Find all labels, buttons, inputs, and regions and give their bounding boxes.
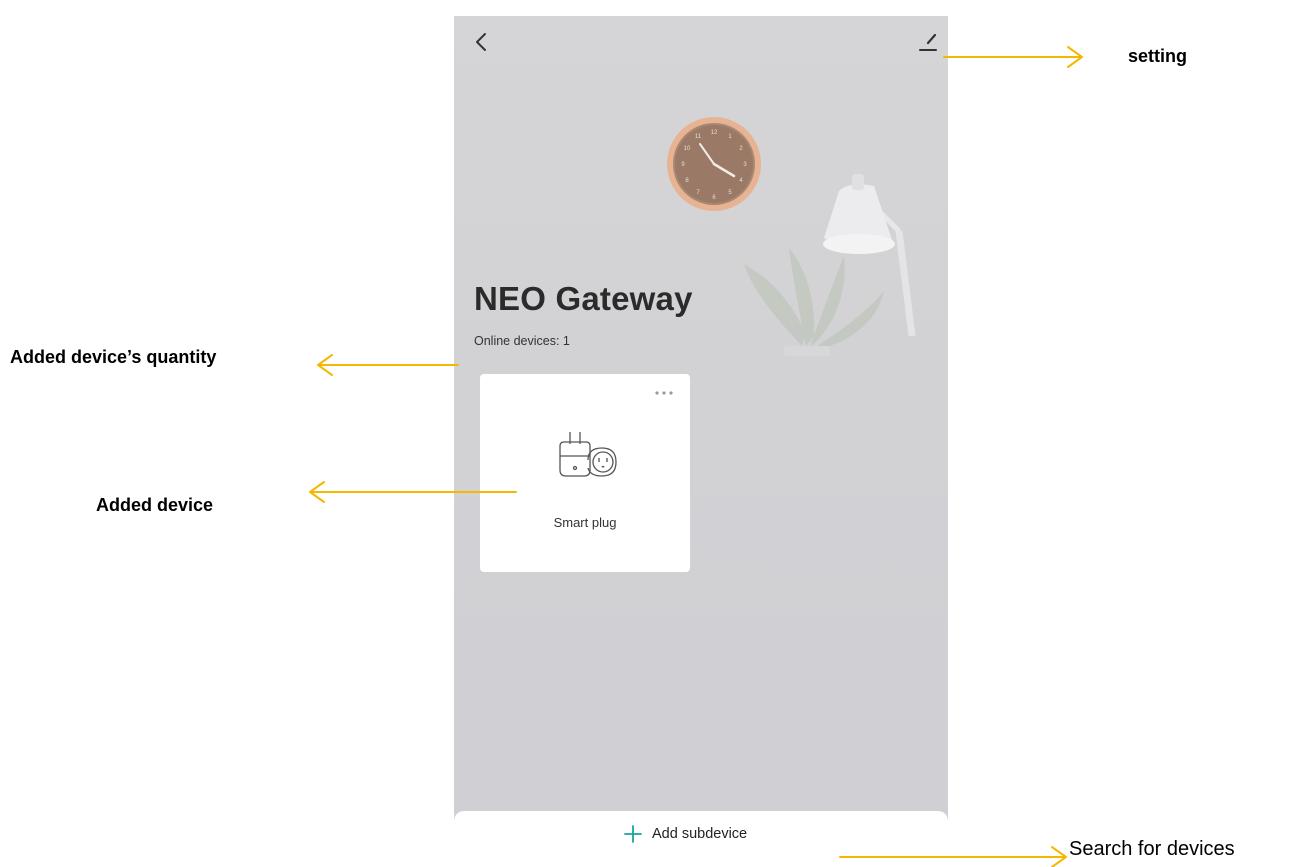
online-devices-count: Online devices: 1 xyxy=(474,334,570,348)
add-subdevice-label: Add subdevice xyxy=(652,826,748,842)
plant-illustration xyxy=(744,248,884,356)
bottom-action-bar: Add subdevice xyxy=(454,811,948,867)
pencil-icon xyxy=(919,33,937,51)
arrow-to-quantity xyxy=(317,354,459,376)
device-card-smart-plug[interactable]: Smart plug xyxy=(480,374,690,572)
arrow-to-setting xyxy=(943,46,1083,68)
page-title: NEO Gateway xyxy=(474,280,693,317)
device-more-button[interactable] xyxy=(652,386,676,398)
back-button[interactable] xyxy=(470,30,494,54)
smart-plug-icon xyxy=(559,432,617,477)
annotation-device-quantity: Added device’s quantity xyxy=(10,347,217,367)
device-name: Smart plug xyxy=(553,515,617,530)
annotation-search-devices: Search for devices xyxy=(1069,838,1235,860)
svg-text:11: 11 xyxy=(695,134,702,140)
wall-clock-illustration: 1212 345 678 91011 xyxy=(667,117,761,211)
chevron-left-icon xyxy=(476,33,486,51)
plus-icon xyxy=(624,825,642,843)
svg-text:12: 12 xyxy=(711,130,718,136)
annotation-setting: setting xyxy=(1128,46,1188,66)
phone-screen: 12 1 2 345 678 9 10 11 NEO Gateway Onlin… xyxy=(454,16,948,867)
svg-text:10: 10 xyxy=(684,146,691,152)
annotation-added-device: Added device xyxy=(96,495,214,515)
more-dots-icon xyxy=(655,391,673,395)
settings-edit-button[interactable] xyxy=(916,30,940,54)
add-subdevice-button[interactable]: Add subdevice xyxy=(624,823,747,845)
